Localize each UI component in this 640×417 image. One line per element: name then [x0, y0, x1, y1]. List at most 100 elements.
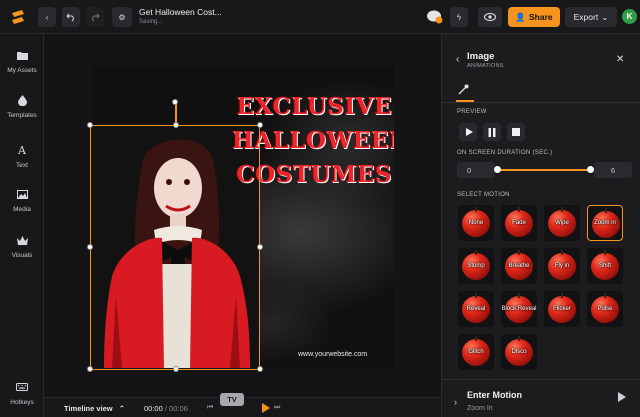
duration-label: ON SCREEN DURATION (SEC.) — [457, 150, 553, 156]
motion-label: Zoom in — [594, 219, 616, 226]
comments-button[interactable] — [426, 9, 444, 25]
motion-option[interactable]: Breathe — [501, 248, 537, 284]
resize-handle-bottom[interactable] — [173, 366, 179, 372]
motion-option[interactable]: Block Reveal — [501, 291, 537, 327]
text-icon: A — [18, 143, 26, 157]
resize-handle-top-right[interactable] — [257, 122, 263, 128]
sidebar-item-text[interactable]: A Text — [0, 142, 44, 170]
motion-option[interactable]: Glitch — [458, 334, 494, 370]
project-title[interactable]: Get Halloween Cost... — [139, 7, 222, 17]
motion-option[interactable]: Stomp — [458, 248, 494, 284]
sidebar-item-visuals[interactable]: Visuals — [0, 232, 44, 259]
pause-button[interactable] — [483, 123, 501, 141]
motion-option[interactable]: Reveal — [458, 291, 494, 327]
eye-icon — [484, 13, 496, 21]
drop-icon — [14, 92, 30, 108]
duration-slider-start-knob[interactable] — [494, 166, 501, 173]
motion-option[interactable]: Zoom in — [587, 205, 623, 241]
pause-icon — [488, 127, 496, 137]
sidebar-item-label: Media — [13, 206, 31, 213]
poster-website[interactable]: www.yourwebsite.com — [298, 351, 367, 358]
skip-back-button[interactable]: ⏮ — [207, 404, 213, 412]
skip-forward-button[interactable]: ⏭ — [274, 404, 280, 412]
motion-option[interactable]: Disco — [501, 334, 537, 370]
resize-handle-right[interactable] — [257, 244, 263, 250]
motion-option[interactable]: Wipe — [544, 205, 580, 241]
motion-option[interactable]: Pulse — [587, 291, 623, 327]
sidebar-item-my-assets[interactable]: My Assets — [0, 47, 44, 74]
redo-button[interactable] — [86, 7, 104, 27]
timeline-label: Timeline view — [64, 404, 113, 413]
tab-animations[interactable] — [458, 84, 472, 98]
apple-stem — [561, 293, 563, 298]
apple-stem — [518, 250, 520, 255]
duration-slider-end-knob[interactable] — [587, 166, 594, 173]
animation-panel: ‹ Image ANIMATIONS ✕ PREVIEW ON SCREEN D… — [441, 34, 640, 417]
resize-handle-top-left[interactable] — [87, 122, 93, 128]
magic-wand-icon — [458, 84, 469, 95]
redo-icon — [92, 13, 100, 22]
sidebar-item-label: Text — [16, 162, 28, 169]
timeline-bar: Timeline view ⌃ 00:00 / 00:06 ⏮ TV ⏭ — [44, 393, 441, 417]
hotkeys-button[interactable]: Hotkeys — [0, 379, 44, 406]
enter-motion-row[interactable]: › Enter Motion Zoom In — [442, 379, 640, 417]
chevron-left-icon: ‹ — [45, 12, 49, 22]
apple-stem — [518, 293, 520, 298]
sidebar-item-templates[interactable]: Templates — [0, 92, 44, 119]
chevron-right-icon: › — [454, 397, 457, 407]
apple-stem — [561, 250, 563, 255]
total-time: / 00:06 — [164, 404, 188, 413]
duration-start-field[interactable]: 0 — [457, 162, 495, 178]
app-logo[interactable] — [8, 7, 28, 27]
motion-label: Stomp — [467, 262, 485, 269]
export-label: Export — [573, 12, 599, 22]
rotate-handle[interactable] — [172, 99, 178, 105]
apple-stem — [561, 207, 563, 212]
resize-handle-bottom-right[interactable] — [257, 366, 263, 372]
left-sidebar: My Assets Templates A Text Media Visuals… — [0, 34, 44, 417]
settings-button[interactable]: ⚙ — [112, 7, 132, 27]
share-label: Share — [528, 12, 553, 22]
sidebar-item-media[interactable]: Media — [0, 186, 44, 213]
play-enter-motion-icon[interactable] — [618, 392, 626, 402]
tv-badge[interactable]: TV — [220, 393, 244, 406]
chat-bubble-icon — [427, 10, 443, 24]
play-icon[interactable] — [262, 403, 270, 413]
motion-label: Reveal — [466, 305, 486, 312]
chevron-left-icon[interactable]: ‹ — [456, 54, 459, 65]
motion-option[interactable]: Fly in — [544, 248, 580, 284]
apple-stem — [604, 293, 606, 298]
share-button[interactable]: 👤 Share — [508, 7, 560, 27]
motion-label: Wipe — [555, 219, 569, 226]
folder-icon — [14, 47, 30, 63]
resize-handle-left[interactable] — [87, 244, 93, 250]
motion-option[interactable]: None — [458, 205, 494, 241]
motion-label: Flicker — [553, 305, 571, 312]
sidebar-item-label: My Assets — [7, 67, 37, 74]
resize-handle-bottom-left[interactable] — [87, 366, 93, 372]
motion-option[interactable]: Flicker — [544, 291, 580, 327]
motion-option[interactable]: Fade — [501, 205, 537, 241]
undo-button[interactable] — [62, 7, 80, 27]
back-button[interactable]: ‹ — [38, 7, 56, 27]
resize-handle-top[interactable] — [173, 122, 179, 128]
motion-option[interactable]: Shift — [587, 248, 623, 284]
quick-action-button[interactable]: ϟ — [450, 7, 468, 27]
apple-stem — [475, 293, 477, 298]
top-bar: ‹ ⚙ Get Halloween Cost... Saving... ϟ 👤 … — [0, 0, 640, 34]
sidebar-item-label: Visuals — [11, 252, 33, 259]
selection-box[interactable] — [90, 125, 260, 370]
preview-button[interactable] — [478, 7, 502, 27]
duration-end-field[interactable]: 6 — [594, 162, 632, 178]
duration-slider[interactable] — [497, 169, 590, 171]
timeline-view-toggle[interactable]: Timeline view ⌃ — [64, 404, 125, 413]
save-status: Saving... — [139, 19, 163, 25]
play-button[interactable] — [459, 123, 477, 141]
avatar[interactable]: K — [622, 9, 637, 24]
stop-button[interactable] — [507, 123, 525, 141]
motion-label: None — [468, 219, 484, 226]
current-time: 00:00 — [144, 404, 163, 413]
close-icon[interactable]: ✕ — [616, 54, 624, 65]
export-button[interactable]: Export ⌄ — [565, 7, 617, 27]
apple-stem — [604, 250, 606, 255]
